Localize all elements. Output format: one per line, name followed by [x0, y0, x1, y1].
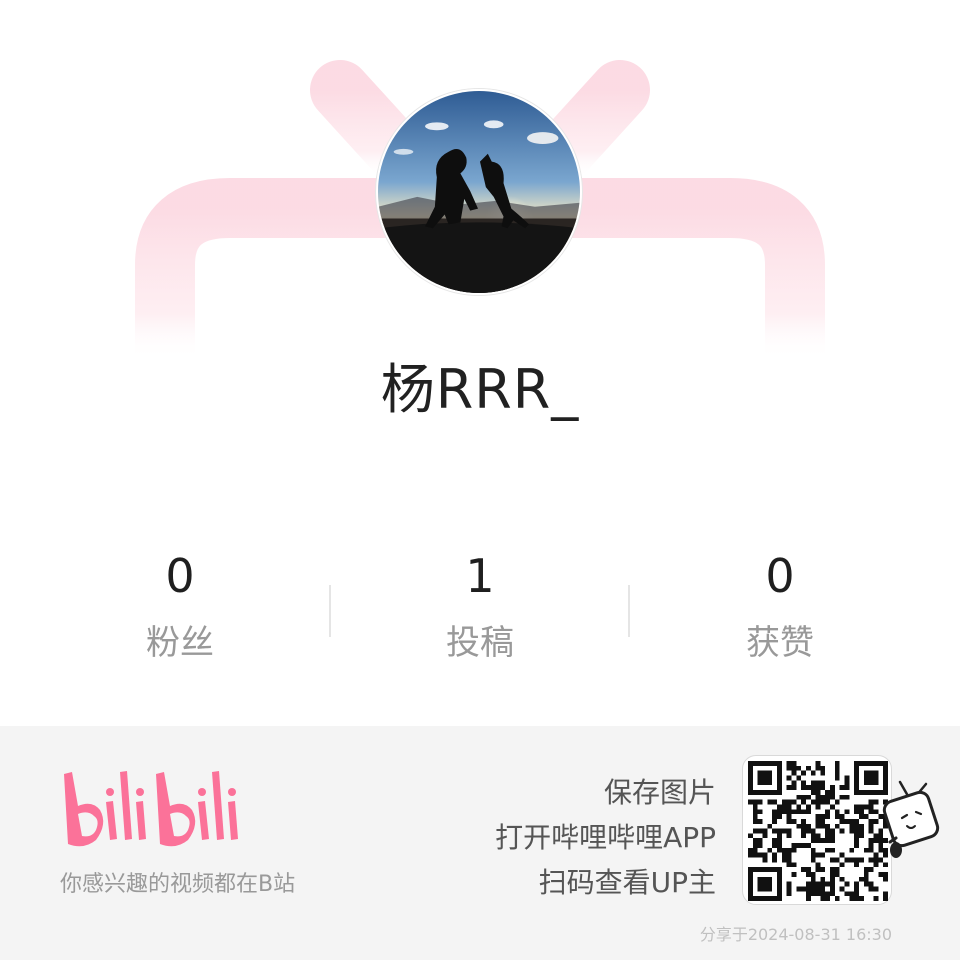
- avatar-photo: [378, 91, 580, 293]
- profile-share-card: 杨RRR_ 0 粉丝 1 投稿 0 获赞 你感兴趣的视频都在B站 保存图片 打开…: [0, 0, 960, 960]
- footer: 你感兴趣的视频都在B站 保存图片 打开哔哩哔哩APP 扫码查看UP主 分享于20…: [0, 726, 960, 960]
- cta-save-image: 保存图片: [603, 776, 716, 809]
- stat-uploads-value: 1: [465, 549, 495, 603]
- stat-likes-value: 0: [765, 549, 795, 603]
- share-time: 分享于2024-08-31 16:30: [699, 925, 892, 944]
- username: 杨RRR_: [380, 358, 580, 421]
- stat-likes[interactable]: 0 获赞: [630, 545, 930, 667]
- cta-scan-qr: 扫码查看UP主: [538, 866, 716, 899]
- qr-code-frame[interactable]: [742, 755, 892, 905]
- cta-text: 保存图片 打开哔哩哔哩APP 扫码查看UP主: [495, 770, 716, 905]
- bilibili-logo: [64, 771, 238, 847]
- cta-open-app: 打开哔哩哔哩APP: [495, 821, 716, 854]
- stat-followers-value: 0: [165, 549, 195, 603]
- stat-likes-label: 获赞: [746, 623, 814, 663]
- stat-followers[interactable]: 0 粉丝: [30, 545, 330, 667]
- stat-uploads[interactable]: 1 投稿: [330, 545, 630, 667]
- qr-code-icon: [748, 761, 888, 901]
- stat-followers-label: 粉丝: [146, 623, 214, 663]
- bilibili-tv-mascot-icon: [882, 780, 940, 858]
- stat-uploads-label: 投稿: [446, 623, 514, 663]
- tagline: 你感兴趣的视频都在B站: [60, 872, 296, 897]
- avatar[interactable]: [376, 89, 582, 295]
